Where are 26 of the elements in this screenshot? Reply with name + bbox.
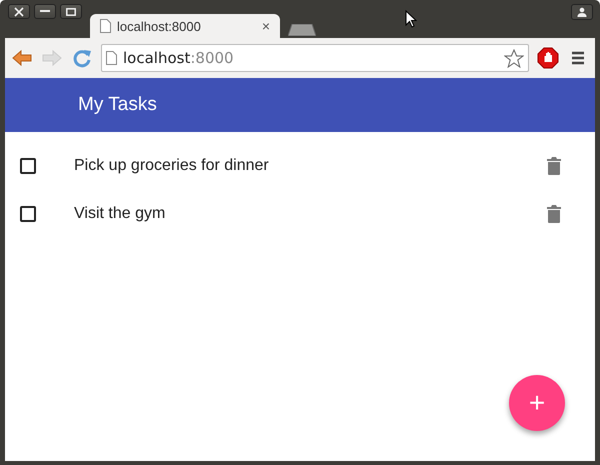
star-icon[interactable] — [504, 48, 524, 68]
task-checkbox[interactable] — [20, 158, 36, 174]
stop-hand-icon[interactable] — [537, 47, 559, 69]
back-arrow-icon[interactable] — [11, 47, 33, 69]
person-icon — [577, 7, 587, 17]
close-icon — [14, 6, 24, 16]
profile-button[interactable] — [571, 4, 593, 20]
maximize-button[interactable] — [60, 4, 82, 19]
close-window-button[interactable] — [8, 4, 30, 19]
url-text: localhost:8000 — [123, 49, 234, 67]
address-bar[interactable]: localhost:8000 — [101, 44, 529, 72]
trash-icon[interactable] — [547, 205, 561, 223]
minimize-icon — [40, 10, 50, 13]
reload-icon[interactable] — [71, 47, 93, 69]
maximize-icon — [66, 8, 76, 16]
page-icon — [100, 19, 111, 33]
minimize-button[interactable] — [34, 4, 56, 19]
page-icon — [106, 51, 117, 65]
app-title: My Tasks — [78, 94, 157, 116]
new-tab-button[interactable] — [288, 24, 316, 36]
trash-icon[interactable] — [547, 157, 561, 175]
mouse-cursor-icon — [405, 10, 417, 28]
task-checkbox[interactable] — [20, 206, 36, 222]
task-text: Visit the gym — [74, 205, 166, 223]
task-text: Pick up groceries for dinner — [74, 157, 270, 175]
browser-tab[interactable]: localhost:8000 × — [90, 14, 280, 38]
